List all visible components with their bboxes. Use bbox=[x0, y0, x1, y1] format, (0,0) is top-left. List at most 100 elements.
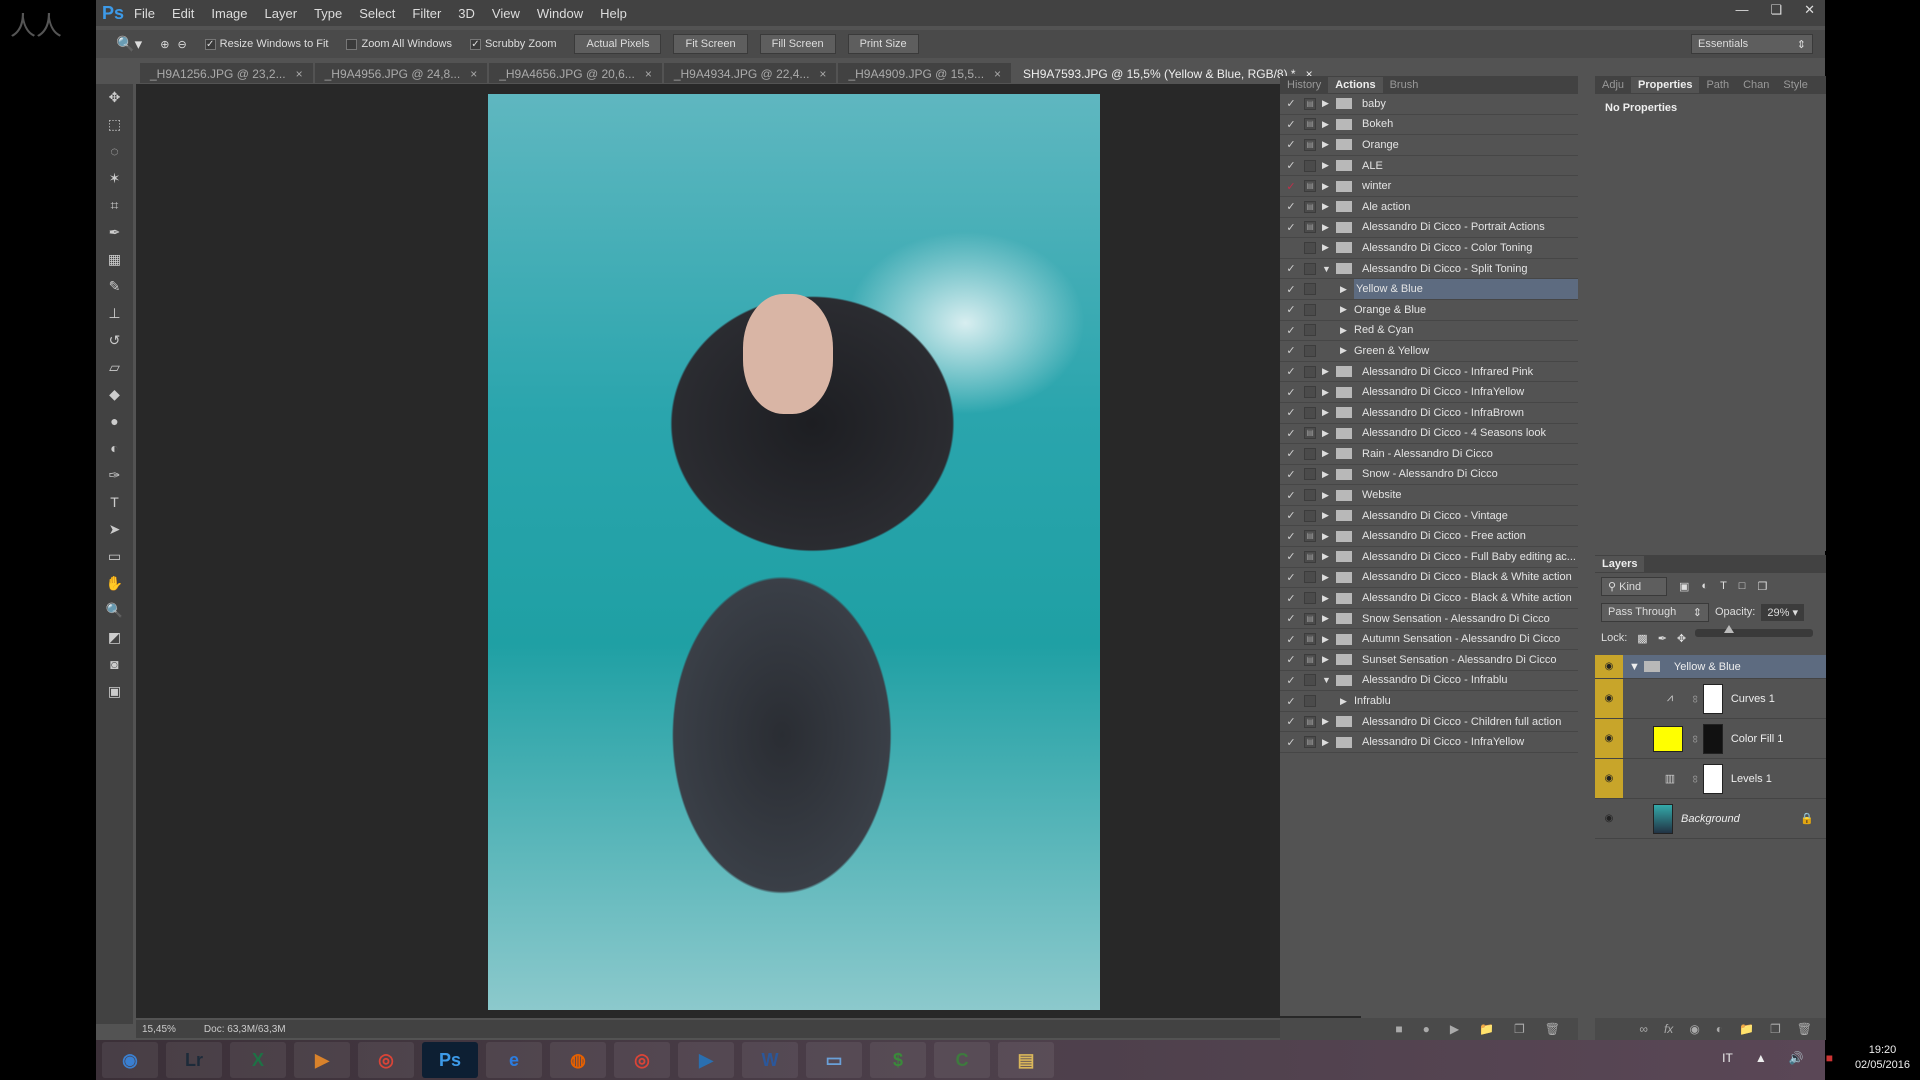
language-indicator[interactable]: IT bbox=[1722, 1051, 1733, 1065]
new-action-icon[interactable]: ❐ bbox=[1514, 1022, 1525, 1036]
toggle-dialog-icon[interactable]: ▤ bbox=[1304, 633, 1316, 646]
toggle-item-checkbox[interactable]: ✓ bbox=[1280, 180, 1302, 193]
action-set[interactable]: ✓ ▶ ALE bbox=[1280, 156, 1578, 177]
screen-mode-icon[interactable]: ▣ bbox=[96, 678, 133, 705]
toggle-item-checkbox[interactable]: ✓ bbox=[1280, 715, 1302, 728]
lock-pixels-icon[interactable]: ▩ bbox=[1637, 632, 1647, 645]
opacity-slider[interactable] bbox=[1695, 625, 1813, 637]
filter-adjustment-icon[interactable]: ◐ bbox=[1701, 580, 1708, 592]
action-set[interactable]: ✓ ▶ Snow - Alessandro Di Cicco bbox=[1280, 465, 1578, 486]
paint-bucket-icon[interactable]: ◆ bbox=[96, 381, 133, 408]
action-set[interactable]: ✓ ▶ Rain - Alessandro Di Cicco bbox=[1280, 444, 1578, 465]
play-icon[interactable]: ▶ bbox=[1450, 1022, 1459, 1036]
color-swatches-icon[interactable]: ◩ bbox=[96, 624, 133, 651]
opacity-slider-handle[interactable] bbox=[1724, 625, 1735, 633]
expand-icon[interactable]: ▶ bbox=[1322, 181, 1336, 192]
chain-link-icon[interactable]: ∞ bbox=[1689, 695, 1701, 703]
clock[interactable]: 19:20 02/05/2016 bbox=[1855, 1043, 1910, 1073]
restore-icon[interactable]: ❏ bbox=[1770, 2, 1782, 18]
marquee-tool-icon[interactable]: ⬚ bbox=[96, 111, 133, 138]
expand-icon[interactable]: ▶ bbox=[1322, 448, 1336, 459]
link-icon[interactable]: ∞ bbox=[1639, 1022, 1648, 1036]
document-tab[interactable]: _H9A4909.JPG @ 15,5... × bbox=[838, 63, 1012, 83]
menu-image[interactable]: Image bbox=[211, 6, 247, 21]
filter-pixel-icon[interactable]: ▣ bbox=[1679, 580, 1689, 593]
taskbar-player-icon[interactable]: ▶ bbox=[678, 1042, 734, 1078]
expand-icon[interactable]: ▶ bbox=[1340, 325, 1354, 336]
layer-mask-thumbnail[interactable] bbox=[1702, 763, 1723, 794]
toggle-dialog-icon[interactable]: ▤ bbox=[1304, 427, 1316, 440]
action-set[interactable]: ✓ ▼ Alessandro Di Cicco - Infrablu bbox=[1280, 671, 1578, 692]
taskbar-ie-icon[interactable]: e bbox=[486, 1042, 542, 1078]
toggle-dialog-icon[interactable] bbox=[1304, 571, 1316, 584]
expand-icon[interactable]: ▶ bbox=[1322, 139, 1336, 150]
mask-icon[interactable]: ◉ bbox=[1689, 1022, 1699, 1036]
toggle-dialog-icon[interactable] bbox=[1304, 674, 1316, 687]
toggle-dialog-icon[interactable] bbox=[1304, 406, 1316, 419]
rectangle-tool-icon[interactable]: ▭ bbox=[96, 543, 133, 570]
action-set[interactable]: ✓ ▤ ▶ Orange bbox=[1280, 135, 1578, 156]
toggle-item-checkbox[interactable]: ✓ bbox=[1280, 283, 1302, 296]
expand-icon[interactable]: ▶ bbox=[1322, 593, 1336, 604]
toggle-item-checkbox[interactable]: ✓ bbox=[1280, 736, 1302, 749]
action-set[interactable]: ✓ ▤ ▶ Alessandro Di Cicco - 4 Seasons look bbox=[1280, 424, 1578, 445]
close-tab-icon[interactable]: × bbox=[994, 67, 1001, 81]
expand-icon[interactable]: ▶ bbox=[1322, 160, 1336, 171]
toggle-item-checkbox[interactable]: ✓ bbox=[1280, 324, 1302, 337]
expand-icon[interactable]: ▶ bbox=[1322, 737, 1336, 748]
menu-type[interactable]: Type bbox=[314, 6, 342, 21]
new-set-icon[interactable]: 📁 bbox=[1479, 1022, 1494, 1036]
expand-icon[interactable]: ▶ bbox=[1322, 490, 1336, 501]
taskbar-chrome-icon[interactable]: ◎ bbox=[358, 1042, 414, 1078]
action-set[interactable]: ✓ ▶ Website bbox=[1280, 485, 1578, 506]
toggle-item-checkbox[interactable]: ✓ bbox=[1280, 138, 1302, 151]
expand-icon[interactable]: ▶ bbox=[1322, 716, 1336, 727]
zoom-tool-icon[interactable]: 🔍 bbox=[96, 597, 133, 624]
action-item[interactable]: ✓ ▶ Infrablu bbox=[1280, 691, 1578, 712]
menu-select[interactable]: Select bbox=[359, 6, 395, 21]
toggle-item-checkbox[interactable]: ✓ bbox=[1280, 571, 1302, 584]
toggle-item-checkbox[interactable]: ✓ bbox=[1280, 159, 1302, 172]
zoom-all-checkbox[interactable]: Zoom All Windows bbox=[346, 38, 452, 50]
action-set[interactable]: ✓ ▤ ▶ Autumn Sensation - Alessandro Di Cicc… bbox=[1280, 629, 1578, 651]
toggle-dialog-icon[interactable]: ▤ bbox=[1304, 118, 1316, 131]
action-set[interactable]: ✓ ▤ ▶ Alessandro Di Cicco - Free action bbox=[1280, 526, 1578, 548]
close-tab-icon[interactable]: × bbox=[645, 67, 652, 81]
toggle-dialog-icon[interactable]: ▤ bbox=[1304, 530, 1316, 543]
action-set[interactable]: ✓ ▤ ▶ winter bbox=[1280, 176, 1578, 197]
actual-pixels-button[interactable]: Actual Pixels bbox=[574, 34, 662, 54]
expand-icon[interactable]: ▶ bbox=[1322, 366, 1336, 377]
taskbar-explorer-icon[interactable]: ▭ bbox=[806, 1042, 862, 1078]
opacity-input[interactable]: 29% ▾ bbox=[1761, 603, 1804, 621]
toggle-dialog-icon[interactable]: ▤ bbox=[1304, 653, 1316, 666]
resize-windows-checkbox[interactable]: ✓ Resize Windows to Fit bbox=[204, 38, 328, 50]
toggle-dialog-icon[interactable] bbox=[1304, 468, 1316, 481]
tab-history[interactable]: History bbox=[1280, 77, 1328, 93]
collapse-icon[interactable]: ▼ bbox=[1322, 264, 1336, 274]
visibility-eye-icon[interactable]: ◉ bbox=[1595, 679, 1623, 718]
expand-icon[interactable]: ▶ bbox=[1322, 222, 1336, 233]
tray-expand-icon[interactable]: ▲ bbox=[1755, 1051, 1767, 1065]
filter-smart-icon[interactable]: ❐ bbox=[1757, 580, 1767, 593]
toggle-dialog-icon[interactable]: ▤ bbox=[1304, 200, 1316, 213]
expand-icon[interactable]: ▶ bbox=[1340, 304, 1354, 315]
toggle-dialog-icon[interactable] bbox=[1304, 324, 1316, 337]
taskbar-word-icon[interactable]: W bbox=[742, 1042, 798, 1078]
path-selection-icon[interactable]: ➤ bbox=[96, 516, 133, 543]
tab-style[interactable]: Style bbox=[1776, 77, 1814, 93]
action-set[interactable]: ▶ Alessandro Di Cicco - Color Toning bbox=[1280, 238, 1578, 259]
toggle-item-checkbox[interactable]: ✓ bbox=[1280, 303, 1302, 316]
fx-icon[interactable]: fx bbox=[1664, 1022, 1673, 1036]
action-set[interactable]: ✓ ▤ ▶ Sunset Sensation - Alessandro Di Cicc… bbox=[1280, 650, 1578, 671]
expand-icon[interactable]: ▶ bbox=[1340, 284, 1354, 295]
network-icon[interactable]: ■ bbox=[1826, 1051, 1833, 1065]
eraser-tool-icon[interactable]: ▱ bbox=[96, 354, 133, 381]
zoom-out-icon[interactable]: ⊖ bbox=[177, 38, 186, 51]
tab-layers[interactable]: Layers bbox=[1595, 556, 1645, 572]
toggle-item-checkbox[interactable]: ✓ bbox=[1280, 674, 1302, 687]
toggle-dialog-icon[interactable] bbox=[1304, 695, 1316, 708]
visibility-eye-icon[interactable]: ◉ bbox=[1595, 799, 1623, 838]
layer-row[interactable]: ◉ Background 🔒 bbox=[1595, 799, 1826, 839]
tab-brush[interactable]: Brush bbox=[1383, 77, 1426, 93]
menu-help[interactable]: Help bbox=[600, 6, 627, 21]
